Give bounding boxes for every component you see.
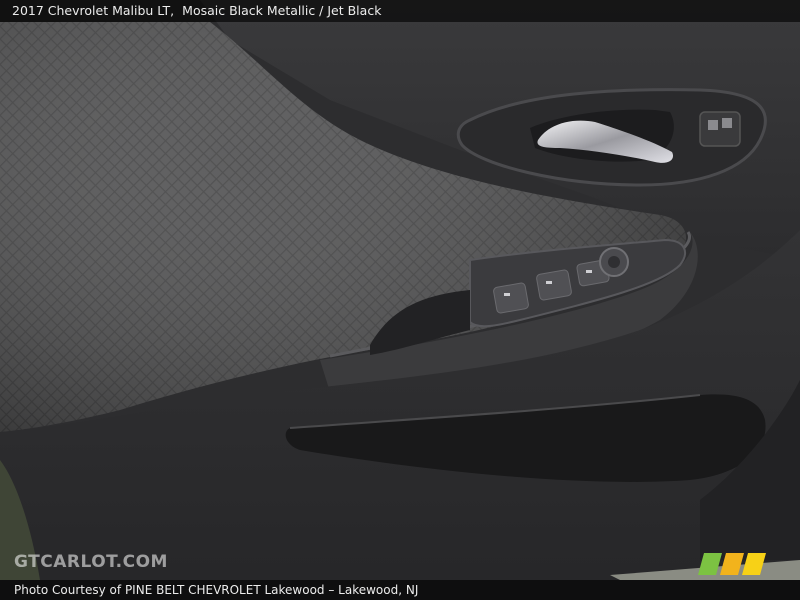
door-panel-photo	[0, 0, 800, 600]
dealer-logo-stripes-icon	[698, 553, 766, 575]
vehicle-color: Mosaic Black Metallic / Jet Black	[182, 3, 382, 18]
photo-credit-bar: Photo Courtesy of PINE BELT CHEVROLET La…	[0, 580, 800, 600]
site-watermark: GTCARLOT.COM	[14, 552, 168, 572]
photo-credit: Photo Courtesy of PINE BELT CHEVROLET La…	[14, 583, 419, 597]
photo-viewer: 2017 Chevrolet Malibu LT, Mosaic Black Me…	[0, 0, 800, 600]
photo-title-bar: 2017 Chevrolet Malibu LT, Mosaic Black Me…	[0, 0, 800, 22]
vehicle-name: 2017 Chevrolet Malibu LT,	[12, 3, 175, 18]
